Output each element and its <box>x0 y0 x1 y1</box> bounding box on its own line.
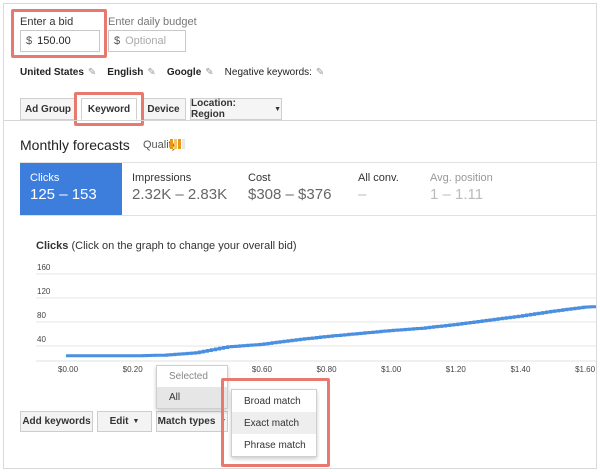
negative-keywords-setting[interactable]: Negative keywords: <box>225 67 312 78</box>
y-tick-label: 80 <box>37 311 46 320</box>
quality-meter <box>170 139 186 152</box>
location-setting[interactable]: United States <box>20 67 84 78</box>
metric-label: Avg. position <box>430 172 493 184</box>
clicks-series-line[interactable] <box>66 305 596 358</box>
metric-impressions[interactable]: Impressions 2.32K – 2.83K <box>122 163 238 215</box>
tab-label: Location: Region <box>191 98 236 120</box>
tab-label: Ad Group <box>24 103 72 115</box>
metric-label: Cost <box>248 172 271 184</box>
chart-hint: (Click on the graph to change your overa… <box>68 240 297 252</box>
chevron-down-icon: ▼ <box>132 418 140 425</box>
metric-value: 125 – 153 <box>30 186 97 203</box>
add-keywords-button[interactable]: Add keywords <box>20 411 93 432</box>
metric-all-conversions[interactable]: All conv. – <box>348 163 420 215</box>
clicks-bid-chart[interactable]: 1601208040 $0.00$0.20$0.40$0.60$0.80$1.0… <box>4 254 597 379</box>
y-tick-label: 40 <box>37 335 46 344</box>
budget-currency: $ <box>114 35 121 47</box>
button-label: Match types <box>157 416 216 427</box>
chart-caption: Clicks (Click on the graph to change you… <box>36 240 297 252</box>
bid-highlight-box <box>11 9 107 58</box>
selection-dropdown: Selected All <box>156 365 228 409</box>
budget-label: Enter daily budget <box>108 16 197 28</box>
match-types-highlight-box <box>221 378 330 467</box>
metric-value: 2.32K – 2.83K <box>132 186 228 203</box>
tab-location-region[interactable]: Location: Region ▼ <box>190 98 282 120</box>
edit-network-icon[interactable]: ✎ <box>205 67 213 78</box>
forecasts-title: Monthly forecasts <box>20 137 130 153</box>
budget-input[interactable]: $ Optional <box>108 30 186 52</box>
x-tick-label: $1.40 <box>510 365 531 374</box>
metric-value: $308 – $376 <box>248 186 332 203</box>
metric-clicks[interactable]: Clicks 125 – 153 <box>20 163 122 215</box>
y-tick-label: 160 <box>37 263 51 272</box>
edit-location-icon[interactable]: ✎ <box>88 67 96 78</box>
metric-label: All conv. <box>358 172 399 184</box>
targeting-settings: United States ✎ English ✎ Google ✎ Negat… <box>20 67 331 78</box>
select-all-option[interactable]: All <box>157 387 227 408</box>
chart-title: Clicks <box>36 240 69 252</box>
x-tick-label: $0.60 <box>252 365 273 374</box>
x-tick-label: $0.20 <box>123 365 144 374</box>
x-tick-label: $0.80 <box>317 365 338 374</box>
tab-device[interactable]: Device <box>141 98 186 120</box>
metric-label: Impressions <box>132 172 192 184</box>
chevron-down-icon: ▼ <box>274 105 281 113</box>
metric-cost[interactable]: Cost $308 – $376 <box>238 163 348 215</box>
edit-button[interactable]: Edit ▼ <box>97 411 152 432</box>
tab-ad-group[interactable]: Ad Group <box>20 98 76 120</box>
y-tick-label: 120 <box>37 287 51 296</box>
language-setting[interactable]: English <box>107 67 143 78</box>
edit-language-icon[interactable]: ✎ <box>147 67 155 78</box>
metric-avg-position[interactable]: Avg. position 1 – 1.11 <box>420 163 540 215</box>
metric-value: – <box>358 186 367 203</box>
selected-menu-header: Selected <box>169 371 208 382</box>
metric-label: Clicks <box>30 172 60 184</box>
x-tick-label: $1.60 <box>575 365 596 374</box>
button-label: Add keywords <box>22 416 91 427</box>
budget-placeholder: Optional <box>125 35 167 47</box>
x-tick-label: $1.20 <box>446 365 467 374</box>
keyword-planner-panel: Enter a bid $ 150.00 Enter daily budget … <box>3 3 597 469</box>
network-setting[interactable]: Google <box>167 67 201 78</box>
button-label: Edit <box>109 416 129 427</box>
x-tick-label: $0.00 <box>58 365 79 374</box>
match-types-button[interactable]: Match types ▼ <box>156 411 228 432</box>
edit-negative-keywords-icon[interactable]: ✎ <box>316 67 324 78</box>
metrics-bar: Clicks 125 – 153 Impressions 2.32K – 2.8… <box>20 162 596 216</box>
tab-label: Device <box>147 103 180 115</box>
x-tick-label: $1.00 <box>381 365 402 374</box>
metric-value: 1 – 1.11 <box>430 186 484 203</box>
tabs-divider <box>4 120 596 121</box>
